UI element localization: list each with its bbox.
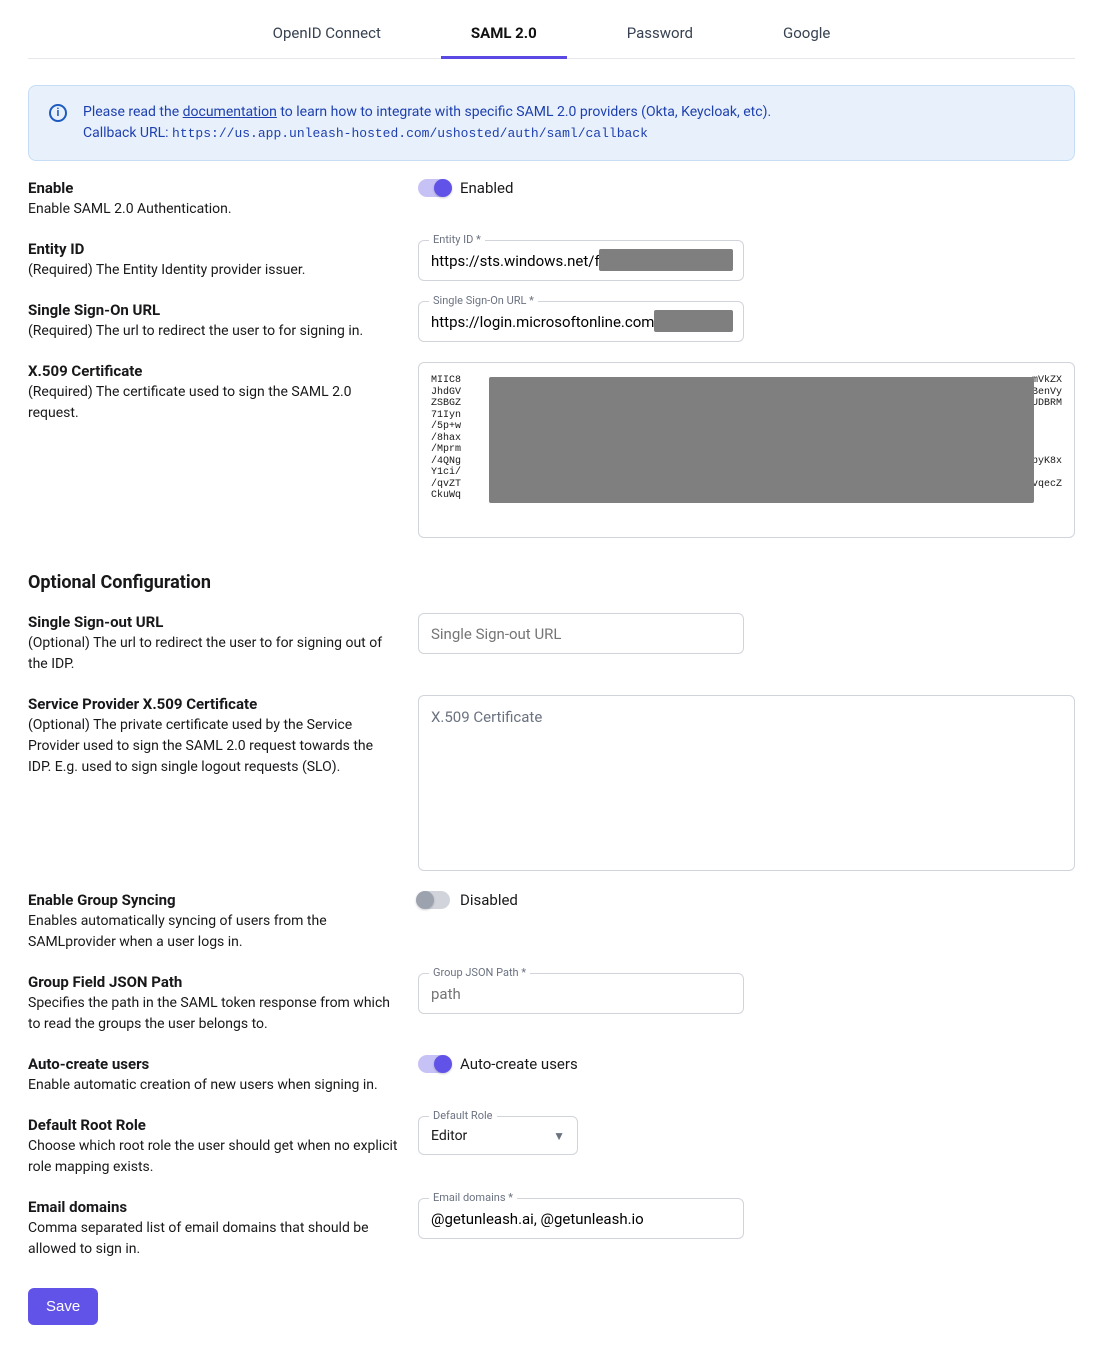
sp-cert-title: Service Provider X.509 Certificate: [28, 695, 398, 713]
entity-id-title: Entity ID: [28, 240, 398, 258]
group-sync-title: Enable Group Syncing: [28, 891, 398, 909]
documentation-link[interactable]: documentation: [183, 104, 277, 120]
tab-password[interactable]: Password: [627, 16, 693, 58]
email-domains-input[interactable]: [431, 1210, 731, 1228]
group-sync-desc: Enables automatically syncing of users f…: [28, 911, 398, 953]
email-domains-float-label: Email domains *: [429, 1191, 517, 1204]
enable-toggle-label: Enabled: [460, 179, 513, 197]
sso-url-desc: (Required) The url to redirect the user …: [28, 321, 398, 342]
x509-cert-right: mVkZX BenVy UDBRM pyK8x vqecZ: [1032, 375, 1062, 502]
entity-id-desc: (Required) The Entity Identity provider …: [28, 260, 398, 281]
group-path-field: Group JSON Path *: [418, 973, 744, 1014]
chevron-down-icon: ▼: [553, 1129, 565, 1143]
group-path-float-label: Group JSON Path *: [429, 966, 530, 979]
x509-cert-left: MIIC8 JhdGV ZSBGZ 71Iyn /5p+w /8hax /Mpr…: [431, 375, 461, 502]
redaction-block: [654, 310, 733, 332]
banner-text-suffix: to learn how to integrate with specific …: [277, 104, 771, 120]
default-role-title: Default Root Role: [28, 1116, 398, 1134]
callback-label: Callback URL:: [83, 125, 172, 141]
x509-desc: (Required) The certificate used to sign …: [28, 382, 398, 424]
sp-cert-desc: (Optional) The private certificate used …: [28, 715, 398, 778]
tab-saml[interactable]: SAML 2.0: [471, 16, 537, 58]
x509-float-label: X.509 Certificate *: [429, 362, 562, 368]
email-domains-desc: Comma separated list of email domains th…: [28, 1218, 398, 1260]
enable-desc: Enable SAML 2.0 Authentication.: [28, 199, 398, 220]
email-domains-title: Email domains: [28, 1198, 398, 1216]
callback-url: https://us.app.unleash-hosted.com/ushost…: [172, 126, 648, 141]
slo-url-field: [418, 613, 744, 654]
enable-title: Enable: [28, 179, 398, 197]
entity-id-float-label: Entity ID *: [429, 233, 485, 246]
x509-certificate-field[interactable]: X.509 Certificate * MIIC8 JhdGV ZSBGZ 71…: [418, 362, 1075, 538]
info-icon: i: [49, 104, 67, 122]
sso-url-field: Single Sign-On URL *: [418, 301, 744, 342]
optional-config-title: Optional Configuration: [28, 572, 1075, 593]
group-path-input[interactable]: [431, 985, 731, 1003]
enable-toggle[interactable]: [418, 179, 450, 197]
group-sync-toggle[interactable]: [418, 891, 450, 909]
group-path-desc: Specifies the path in the SAML token res…: [28, 993, 398, 1035]
tab-google[interactable]: Google: [783, 16, 830, 58]
slo-desc: (Optional) The url to redirect the user …: [28, 633, 398, 675]
slo-title: Single Sign-out URL: [28, 613, 398, 631]
save-button[interactable]: Save: [28, 1288, 98, 1325]
auto-create-toggle-label: Auto-create users: [460, 1055, 578, 1073]
default-role-desc: Choose which root role the user should g…: [28, 1136, 398, 1178]
email-domains-field: Email domains *: [418, 1198, 744, 1239]
sso-url-title: Single Sign-On URL: [28, 301, 398, 319]
info-banner: i Please read the documentation to learn…: [28, 85, 1075, 161]
auto-create-desc: Enable automatic creation of new users w…: [28, 1075, 398, 1096]
tabs: OpenID Connect SAML 2.0 Password Google: [28, 0, 1075, 59]
group-path-title: Group Field JSON Path: [28, 973, 398, 991]
group-sync-toggle-label: Disabled: [460, 891, 518, 909]
banner-text-prefix: Please read the: [83, 104, 183, 120]
slo-url-input[interactable]: [431, 625, 731, 643]
x509-title: X.509 Certificate: [28, 362, 398, 380]
default-role-float-label: Default Role: [429, 1109, 497, 1122]
entity-id-field: Entity ID *: [418, 240, 744, 281]
auto-create-toggle[interactable]: [418, 1055, 450, 1073]
sso-url-float-label: Single Sign-On URL *: [429, 294, 538, 307]
auto-create-title: Auto-create users: [28, 1055, 398, 1073]
sp-cert-field[interactable]: X.509 Certificate: [418, 695, 1075, 871]
tab-openid-connect[interactable]: OpenID Connect: [273, 16, 381, 58]
default-role-select[interactable]: Default Role Editor ▼: [418, 1116, 578, 1155]
redaction-block: [489, 377, 1034, 503]
redaction-block: [599, 249, 733, 271]
sp-cert-placeholder: X.509 Certificate: [431, 708, 542, 726]
default-role-value: Editor: [431, 1128, 467, 1144]
